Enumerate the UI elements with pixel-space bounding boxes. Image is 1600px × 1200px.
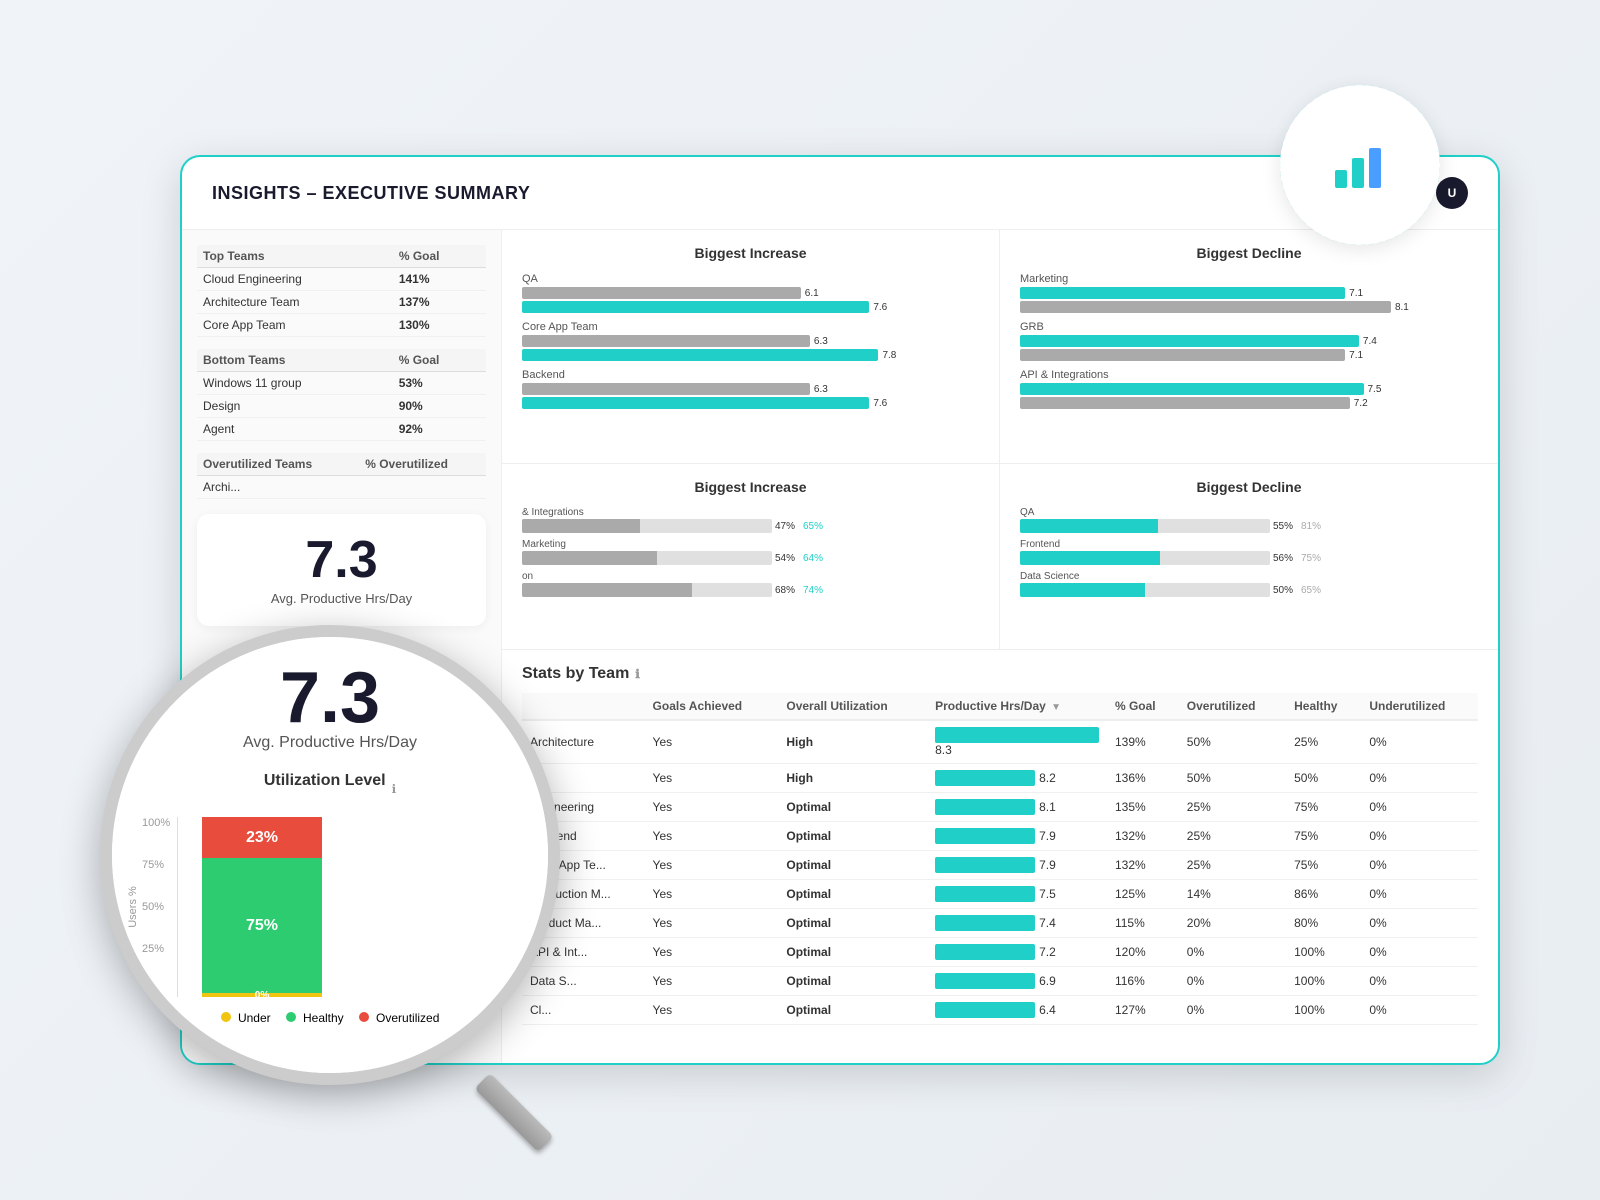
under-dot: [221, 1012, 231, 1022]
table-row: Data S... Yes Optimal 6.9 116% 0% 100% 0…: [522, 967, 1478, 996]
healthy-label: 75%: [246, 917, 278, 935]
healthy-dot: [286, 1012, 296, 1022]
chart-bar-group: QA 55% 81%: [1020, 507, 1478, 533]
page-title: INSIGHTS – EXECUTIVE SUMMARY: [212, 183, 530, 204]
bottom-teams-header: Bottom Teams: [197, 349, 393, 372]
top-teams-goal-header: % Goal: [393, 245, 486, 268]
under-label: 0%: [255, 990, 269, 1001]
overutilized-dot: [359, 1012, 369, 1022]
stats-header: Stats by Team ℹ: [522, 665, 1478, 683]
legend-item-healthy: Healthy: [286, 1011, 344, 1025]
user-avatar[interactable]: U: [1436, 177, 1468, 209]
magnifier-circle: 7.3 Avg. Productive Hrs/Day Utilization …: [100, 625, 560, 1085]
overutilized-pct-header: % Overutilized: [359, 453, 486, 476]
top-teams-header: Top Teams: [197, 245, 393, 268]
table-row: Agent 92%: [197, 418, 486, 441]
col-goals: Goals Achieved: [645, 693, 779, 720]
table-row: Architecture Team 137%: [197, 291, 486, 314]
chart-bar-group: Data Science 50% 65%: [1020, 571, 1478, 597]
table-row: Core App Team 130%: [197, 314, 486, 337]
col-hrs[interactable]: Productive Hrs/Day ▼: [927, 693, 1107, 720]
chart-title: Biggest Decline: [1020, 245, 1478, 261]
healthy-bar: 75%: [202, 858, 322, 993]
stacked-bar-chart: 100% 75% 50% 25% 0% Users % 23%: [142, 817, 518, 997]
table-row: Backend Yes Optimal 7.9 132% 25% 75% 0%: [522, 822, 1478, 851]
chart-title: Biggest Increase: [522, 245, 979, 261]
overutilized-bar: 23%: [202, 817, 322, 858]
util-title: Utilization Level: [264, 772, 386, 790]
biggest-decline-chart-1: Biggest Decline Marketing 7.1 8.1: [1000, 230, 1498, 463]
mag-avg-number: 7.3: [142, 662, 518, 734]
under-bar: 0%: [202, 993, 322, 997]
table-row: Architecture Yes High 8.3 139% 50% 25% 0…: [522, 720, 1478, 764]
charts-grid-bottom: Biggest Increase & Integrations 47% 65%: [502, 464, 1498, 650]
chart-bar-group: & Integrations 47% 65%: [522, 507, 979, 533]
y-axis-labels: 100% 75% 50% 25% 0%: [142, 817, 170, 997]
chart-bar-group: QA 6.1 7.6: [522, 273, 979, 313]
col-over: Overutilized: [1179, 693, 1286, 720]
y-axis-line: [177, 817, 178, 997]
magnifier: 7.3 Avg. Productive Hrs/Day Utilization …: [100, 625, 600, 1125]
avg-label: Avg. Productive Hrs/Day: [217, 591, 466, 606]
legend-item-under: Under: [221, 1011, 271, 1025]
chart-title: Biggest Decline: [1020, 479, 1478, 495]
stats-table: Goals Achieved Overall Utilization Produ…: [522, 693, 1478, 1025]
top-teams-table: Top Teams % Goal Cloud Engineering 141% …: [197, 245, 486, 337]
chart-bar-group: Marketing 54% 64%: [522, 539, 979, 565]
charts-grid-top: Biggest Increase QA 6.1 7.6: [502, 230, 1498, 464]
magnifier-handle: [474, 1073, 553, 1152]
chart-bar-group: GRB 7.4 7.1: [1020, 321, 1478, 361]
overutilized-teams-table: Overutilized Teams % Overutilized Archi.…: [197, 453, 486, 499]
biggest-decline-chart-2: Biggest Decline QA 55% 81%: [1000, 464, 1498, 649]
table-row: Engineering Yes Optimal 8.1 135% 25% 75%…: [522, 793, 1478, 822]
table-row: Production M... Yes Optimal 7.5 125% 14%…: [522, 880, 1478, 909]
chart-bar-group: on 68% 74%: [522, 571, 979, 597]
chart-title: Biggest Increase: [522, 479, 979, 495]
table-row: Product Ma... Yes Optimal 7.4 115% 20% 8…: [522, 909, 1478, 938]
biggest-increase-chart-1: Biggest Increase QA 6.1 7.6: [502, 230, 1000, 463]
chart-bar-group: API & Integrations 7.5 7.2: [1020, 369, 1478, 409]
table-row: API & Int... Yes Optimal 7.2 120% 0% 100…: [522, 938, 1478, 967]
overutilized-label: 23%: [246, 829, 278, 847]
table-row: Core App Te... Yes Optimal 7.9 132% 25% …: [522, 851, 1478, 880]
scene: INSIGHTS – EXECUTIVE SUMMARY U Top Teams…: [100, 75, 1500, 1125]
table-row: Cloud Engineering 141%: [197, 268, 486, 291]
chart-bar-group: Backend 6.3 7.6: [522, 369, 979, 409]
info-icon: ℹ: [635, 667, 640, 681]
right-panel: Biggest Increase QA 6.1 7.6: [502, 230, 1498, 1065]
chart-bar-group: Frontend 56% 75%: [1020, 539, 1478, 565]
bar-chart-icon-circle: [1280, 85, 1440, 245]
magnifier-content: 7.3 Avg. Productive Hrs/Day Utilization …: [112, 637, 548, 1073]
table-row: Windows 11 group 53%: [197, 372, 486, 395]
table-row: QA Yes High 8.2 136% 50% 50% 0%: [522, 764, 1478, 793]
biggest-increase-chart-2: Biggest Increase & Integrations 47% 65%: [502, 464, 1000, 649]
util-info-icon: ℹ: [392, 782, 397, 796]
y-axis-title: Users %: [127, 886, 139, 928]
table-row: Design 90%: [197, 395, 486, 418]
col-util: Overall Utilization: [778, 693, 927, 720]
chart-bar-group: Core App Team 6.3 7.8: [522, 321, 979, 361]
mag-avg-label: Avg. Productive Hrs/Day: [142, 734, 518, 752]
table-row: Cl... Yes Optimal 6.4 127% 0% 100% 0%: [522, 996, 1478, 1025]
chart-legend: Under Healthy Overutilized: [142, 1011, 518, 1025]
stacked-bar: 23% 75% 0%: [202, 817, 322, 997]
col-goal: % Goal: [1107, 693, 1179, 720]
legend-item-overutilized: Overutilized: [359, 1011, 440, 1025]
overutilized-header: Overutilized Teams: [197, 453, 359, 476]
col-healthy: Healthy: [1286, 693, 1361, 720]
table-row: Archi...: [197, 476, 486, 499]
stats-section: Stats by Team ℹ Goals Achieved Overall U…: [502, 650, 1498, 1065]
avg-number: 7.3: [217, 534, 466, 586]
avg-hrs-card: 7.3 Avg. Productive Hrs/Day: [197, 514, 486, 626]
bottom-teams-table: Bottom Teams % Goal Windows 11 group 53%…: [197, 349, 486, 441]
col-under: Underutilized: [1361, 693, 1478, 720]
chart-bar-group: Marketing 7.1 8.1: [1020, 273, 1478, 313]
bottom-teams-goal-header: % Goal: [393, 349, 486, 372]
